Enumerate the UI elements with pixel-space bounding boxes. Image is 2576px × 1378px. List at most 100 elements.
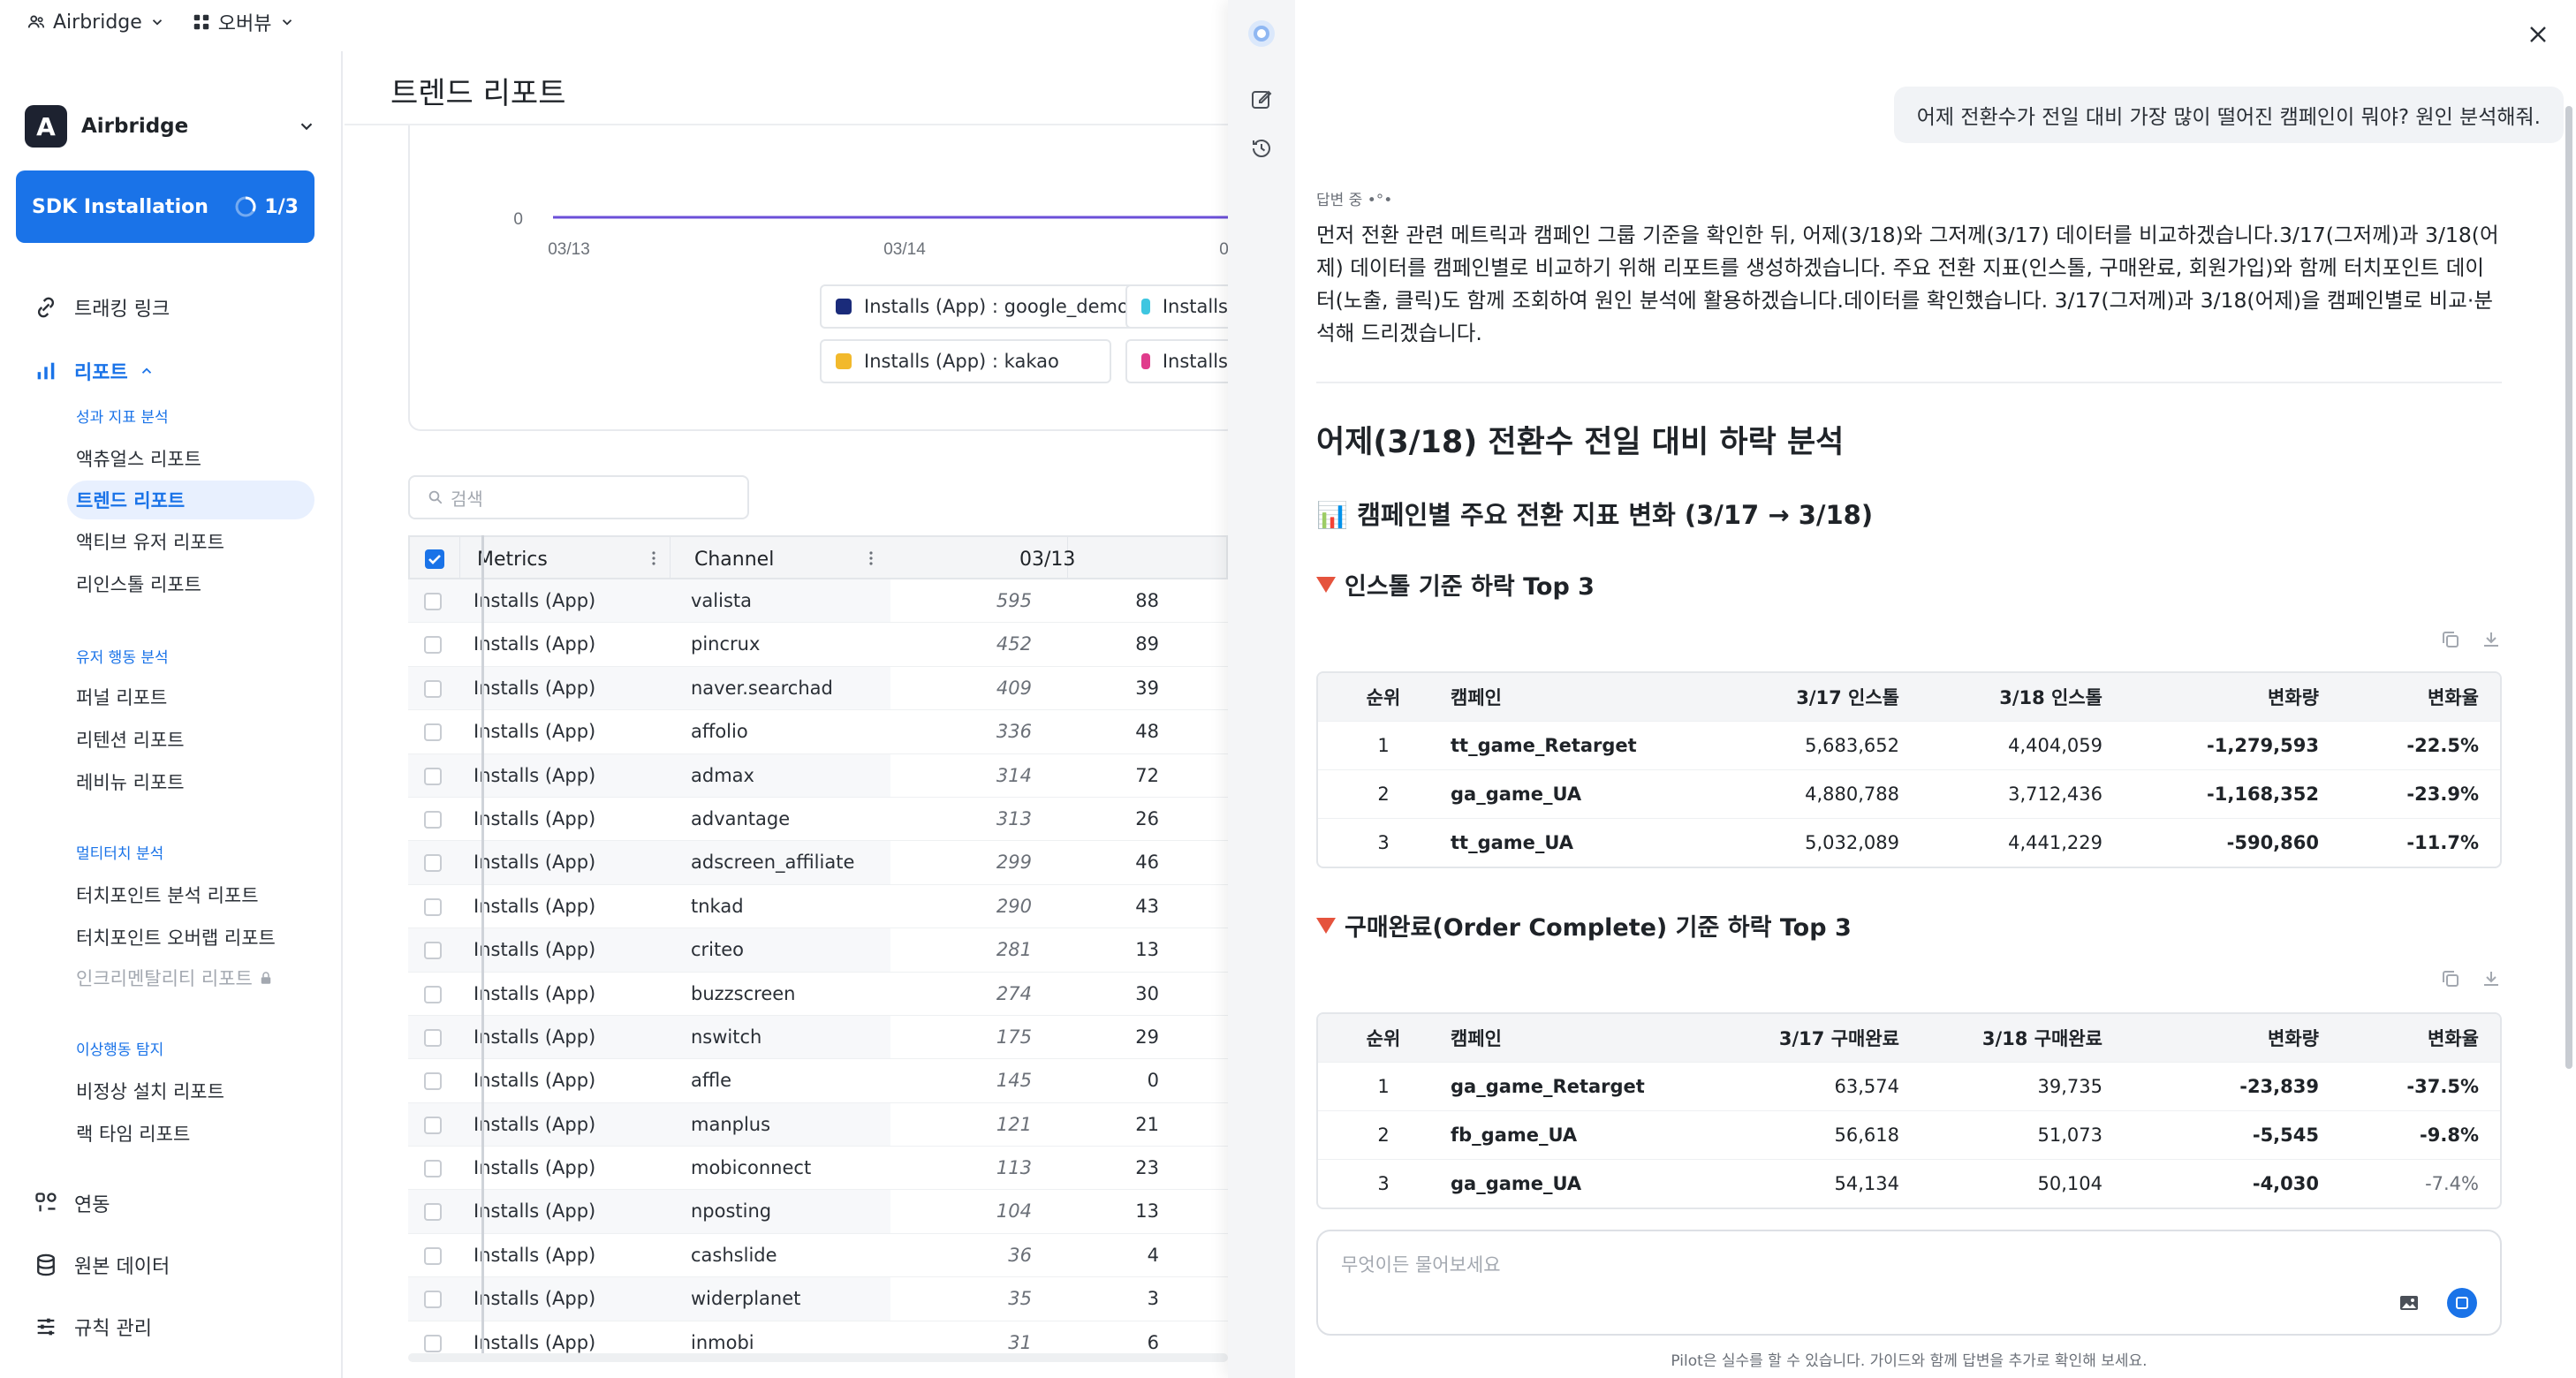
table-row[interactable]: Installs (App) valista 595 88 <box>408 579 1228 624</box>
legend-item[interactable]: Installs (App) : kakao <box>820 339 1111 383</box>
cell-metric: Installs (App) <box>474 982 596 1004</box>
table-row[interactable]: Installs (App) manplus 121 21 <box>408 1102 1228 1147</box>
legend-label: Installs <box>1162 351 1228 372</box>
nav-integration[interactable]: 연동 <box>34 1189 110 1217</box>
sidebar-item-active-user[interactable]: 액티브 유저 리포트 <box>76 528 224 555</box>
copy-icon[interactable] <box>2440 968 2461 989</box>
table-row[interactable]: Installs (App) mobiconnect 113 23 <box>408 1147 1228 1191</box>
sidebar-item-lag-time[interactable]: 랙 타임 리포트 <box>76 1120 190 1147</box>
table-row[interactable]: Installs (App) affolio 336 48 <box>408 710 1228 754</box>
table-horizontal-scrollbar[interactable] <box>408 1353 1228 1362</box>
legend-swatch <box>836 353 852 369</box>
table-cell: -9.8% <box>2420 1124 2479 1146</box>
column-menu-icon[interactable] <box>652 551 655 565</box>
nav-report[interactable]: 리포트 <box>34 357 155 385</box>
row-checkbox[interactable] <box>424 985 442 1003</box>
stop-icon <box>2456 1297 2468 1309</box>
row-checkbox[interactable] <box>424 723 442 742</box>
row-checkbox[interactable] <box>424 767 442 785</box>
sidebar-item-funnel[interactable]: 퍼널 리포트 <box>76 684 167 710</box>
legend-label: Installs <box>1162 296 1228 317</box>
table-cell: 2 <box>1377 1124 1390 1146</box>
table-row[interactable]: Installs (App) nposting 104 13 <box>408 1190 1228 1234</box>
table-row[interactable]: Installs (App) pincrux 452 89 <box>408 623 1228 667</box>
row-checkbox[interactable] <box>424 593 442 610</box>
sidebar-item-trend[interactable]: 트렌드 리포트 <box>67 481 314 519</box>
row-checkbox[interactable] <box>424 1160 442 1178</box>
row-checkbox[interactable] <box>424 636 442 655</box>
table-row[interactable]: Installs (App) buzzscreen 274 30 <box>408 973 1228 1016</box>
legend-item[interactable]: Installs (App) : google_demo <box>820 284 1145 329</box>
close-icon[interactable] <box>2525 21 2551 48</box>
row-checkbox[interactable] <box>424 942 442 960</box>
row-checkbox[interactable] <box>424 897 442 916</box>
row-checkbox[interactable] <box>424 1291 442 1309</box>
cell-0313: 21 <box>1135 1113 1159 1135</box>
workspace-switcher[interactable]: A Airbridge <box>25 104 316 148</box>
select-all-checkbox[interactable] <box>424 537 445 581</box>
table-row[interactable]: Installs (App) advantage 313 26 <box>408 798 1228 842</box>
row-checkbox[interactable] <box>424 1203 442 1222</box>
image-upload-icon[interactable] <box>2398 1291 2421 1314</box>
table-row[interactable]: Installs (App) admax 314 72 <box>408 753 1228 798</box>
row-checkbox[interactable] <box>424 1334 442 1352</box>
history-icon[interactable] <box>1247 134 1276 163</box>
legend-item[interactable]: Installs <box>1125 284 1242 329</box>
cell-total: 36 <box>1008 1244 1032 1266</box>
cell-channel: nposting <box>691 1200 772 1223</box>
table-row[interactable]: Installs (App) nswitch 175 29 <box>408 1015 1228 1060</box>
sdk-installation-button[interactable]: SDK Installation 1/3 <box>16 170 314 243</box>
view-switcher[interactable]: 오버뷰 <box>192 8 295 36</box>
table-row[interactable]: Installs (App) inmobi 31 6 <box>408 1321 1228 1357</box>
sidebar-item-reinstall[interactable]: 리인스톨 리포트 <box>76 571 201 597</box>
table-cell: 4,441,229 <box>2008 832 2102 853</box>
table-cell: tt_game_Retarget <box>1451 735 1637 756</box>
table-row[interactable]: Installs (App) cashslide 36 4 <box>408 1234 1228 1278</box>
cell-total: 336 <box>996 721 1032 743</box>
table-row[interactable]: Installs (App) naver.searchad 409 39 <box>408 666 1228 711</box>
sidebar-item-retention[interactable]: 리텐션 리포트 <box>76 726 185 753</box>
sidebar-item-revenue[interactable]: 레비뉴 리포트 <box>76 768 185 795</box>
cell-metric: Installs (App) <box>474 1200 596 1223</box>
sidebar-item-actuals[interactable]: 액츄얼스 리포트 <box>76 445 201 472</box>
search-input[interactable]: 검색 <box>408 475 749 519</box>
nav-tracking-link[interactable]: 트래킹 링크 <box>34 293 170 322</box>
column-header-metrics[interactable]: Metrics <box>477 537 548 581</box>
column-header-date[interactable]: 03/13 <box>1019 537 1075 581</box>
answer-heading: 어제(3/18) 전환수 전일 대비 하락 분석 <box>1316 425 1845 460</box>
cell-total: 299 <box>996 852 1032 874</box>
legend-item[interactable]: Installs <box>1125 339 1242 383</box>
row-checkbox[interactable] <box>424 1072 442 1091</box>
cell-0313: 0 <box>1147 1070 1159 1092</box>
table-row[interactable]: Installs (App) tnkad 290 43 <box>408 885 1228 929</box>
sidebar-item-touchpoint-overlap[interactable]: 터치포인트 오버랩 리포트 <box>76 924 276 950</box>
nav-raw-data[interactable]: 원본 데이터 <box>34 1251 170 1279</box>
legend-swatch <box>1141 353 1150 369</box>
stop-generating-button[interactable] <box>2447 1288 2477 1318</box>
table-row[interactable]: Installs (App) adscreen_affiliate 299 46 <box>408 841 1228 885</box>
table-cell: -37.5% <box>2406 1076 2479 1097</box>
table-row[interactable]: Installs (App) criteo 281 13 <box>408 928 1228 973</box>
download-icon[interactable] <box>2481 629 2502 650</box>
panel-scrollbar[interactable] <box>2565 106 2572 1069</box>
column-header-channel[interactable]: Channel <box>694 537 774 581</box>
table-row: 2 fb_game_UA 56,618 51,073 -5,545 -9.8% <box>1318 1110 2500 1159</box>
row-checkbox[interactable] <box>424 1028 442 1047</box>
sidebar-item-touchpoint-analysis[interactable]: 터치포인트 분석 리포트 <box>76 882 259 908</box>
row-checkbox[interactable] <box>424 1116 442 1134</box>
row-checkbox[interactable] <box>424 810 442 829</box>
sidebar-item-abnormal-install[interactable]: 비정상 설치 리포트 <box>76 1078 224 1104</box>
row-checkbox[interactable] <box>424 679 442 698</box>
column-menu-icon[interactable] <box>869 551 873 565</box>
org-switcher[interactable]: Airbridge <box>27 11 165 34</box>
cell-0313: 26 <box>1135 807 1159 829</box>
chat-input[interactable]: 무엇이든 물어보세요 <box>1316 1230 2502 1336</box>
row-checkbox[interactable] <box>424 1246 442 1265</box>
table-row[interactable]: Installs (App) widerplanet 35 3 <box>408 1277 1228 1321</box>
copy-icon[interactable] <box>2440 629 2461 650</box>
download-icon[interactable] <box>2481 968 2502 989</box>
row-checkbox[interactable] <box>424 854 442 873</box>
new-chat-icon[interactable] <box>1247 85 1276 113</box>
nav-rules[interactable]: 규칙 관리 <box>34 1313 152 1341</box>
table-row[interactable]: Installs (App) affle 145 0 <box>408 1059 1228 1103</box>
